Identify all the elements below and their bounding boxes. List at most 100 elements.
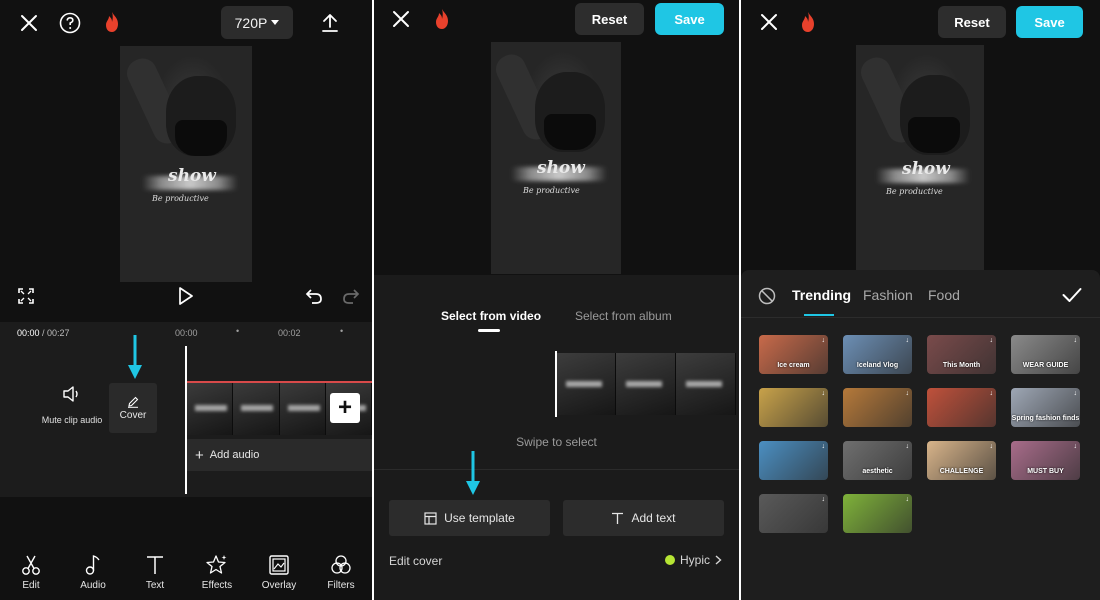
timeline-dot: • [236, 326, 240, 336]
template-thumbnail[interactable]: ↓ CHALLENGE [927, 441, 996, 480]
tool-overlay[interactable]: Overlay [250, 548, 308, 600]
tool-label: Effects [201, 580, 233, 591]
download-icon: ↓ [821, 390, 826, 397]
reset-button[interactable]: Reset [938, 6, 1006, 38]
flame-icon[interactable] [103, 11, 121, 33]
overlay-icon [269, 555, 289, 575]
template-thumbnail[interactable]: ↓ WEAR GUIDE [1011, 335, 1080, 374]
download-icon: ↓ [1073, 337, 1078, 344]
close-icon[interactable] [388, 6, 414, 32]
preview-subtitle-text: Be productive [886, 187, 943, 196]
preview-subtitle-text: Be productive [152, 194, 209, 203]
timeline-mark: 00:02 [278, 328, 301, 338]
cover-picker: Select from video Select from album Swip… [374, 275, 739, 600]
download-icon: ↓ [905, 390, 910, 397]
template-label: WEAR GUIDE [1022, 362, 1069, 369]
timeline-dot: • [340, 326, 344, 336]
tool-label: Overlay [261, 580, 297, 591]
playhead[interactable] [185, 346, 187, 494]
frame-strip[interactable] [556, 353, 739, 415]
template-thumbnail[interactable]: ↓ [843, 494, 912, 533]
export-upload-icon[interactable] [317, 10, 343, 36]
caret-down-icon [271, 19, 280, 25]
clip-thumbnail [187, 383, 234, 435]
template-thumbnail[interactable]: ↓ MUST BUY [1011, 441, 1080, 480]
frame-selector[interactable] [555, 351, 557, 417]
tab-food[interactable]: Food [928, 287, 960, 303]
checkmark-icon[interactable] [1061, 285, 1083, 305]
fullscreen-icon[interactable] [16, 286, 36, 306]
close-icon[interactable] [756, 9, 782, 35]
template-label: CHALLENGE [939, 468, 984, 475]
resolution-dropdown[interactable]: 720P [221, 6, 293, 39]
tool-label: Audio [80, 580, 106, 591]
template-label: Spring fashion finds [1011, 415, 1080, 422]
speaker-icon[interactable] [60, 384, 82, 404]
template-thumbnail[interactable]: ↓ [759, 494, 828, 533]
tool-filters[interactable]: Filters [312, 548, 370, 600]
resolution-label: 720P [234, 14, 268, 31]
redo-icon[interactable] [340, 285, 362, 307]
download-icon: ↓ [821, 443, 826, 450]
tool-text[interactable]: Text [126, 548, 184, 600]
template-thumbnail[interactable]: ↓ Spring fashion finds [1011, 388, 1080, 427]
template-thumbnail[interactable]: ↓ [759, 441, 828, 480]
hypic-logo-icon [664, 555, 675, 565]
tab-underline [478, 329, 500, 332]
cover-button[interactable]: Cover [109, 383, 157, 433]
music-note-icon [85, 555, 100, 575]
undo-icon[interactable] [303, 285, 325, 307]
swipe-hint: Swipe to select [516, 435, 597, 449]
no-template-icon[interactable] [757, 286, 777, 306]
template-thumbnail[interactable]: ↓ Iceland Vlog [843, 335, 912, 374]
download-icon: ↓ [1073, 390, 1078, 397]
tool-audio[interactable]: Audio [64, 548, 122, 600]
template-thumbnail[interactable]: ↓ aesthetic [843, 441, 912, 480]
close-icon[interactable] [16, 10, 42, 36]
save-button[interactable]: Save [1016, 6, 1083, 38]
flame-icon[interactable] [433, 8, 451, 30]
tool-edit[interactable]: Edit [2, 548, 60, 600]
plus-icon: + [195, 446, 204, 464]
play-icon[interactable] [175, 285, 197, 307]
save-button[interactable]: Save [655, 3, 724, 35]
download-icon: ↓ [989, 390, 994, 397]
arrow-down-indicator [466, 451, 480, 495]
hypic-link[interactable]: Hypic [664, 553, 722, 567]
tab-select-from-album[interactable]: Select from album [575, 309, 672, 323]
frame-thumbnail [676, 353, 736, 415]
template-thumbnail[interactable]: ↓ [843, 388, 912, 427]
scissors-icon [22, 555, 40, 575]
add-clip-button[interactable]: + [330, 393, 360, 423]
video-preview: show Be productive [120, 46, 252, 282]
help-icon[interactable] [57, 10, 83, 36]
add-audio-button[interactable]: + Add audio [187, 439, 372, 471]
editor-panel: 720P show Be productive 00:00 / 00:27 00… [0, 0, 372, 600]
download-icon: ↓ [905, 496, 910, 503]
flame-icon[interactable] [799, 11, 817, 33]
preview-title-text: show [168, 166, 216, 186]
template-thumbnail[interactable]: ↓ Ice cream [759, 335, 828, 374]
use-template-button[interactable]: Use template [389, 500, 550, 536]
template-picker: Trending Fashion Food ↓ Ice cream ↓ Iceland… [741, 270, 1100, 600]
mute-clip-audio-label[interactable]: Mute clip audio [36, 415, 108, 425]
template-thumbnail[interactable]: ↓ [927, 388, 996, 427]
template-thumbnail[interactable]: ↓ [759, 388, 828, 427]
reset-button[interactable]: Reset [575, 3, 644, 35]
add-text-label: Add text [631, 511, 676, 525]
clip-thumbnail [233, 383, 280, 435]
preview-title-text: show [902, 159, 950, 179]
template-thumbnail[interactable]: ↓ This Month [927, 335, 996, 374]
template-label: aesthetic [862, 468, 893, 475]
tab-select-from-video[interactable]: Select from video [441, 309, 541, 323]
tab-trending[interactable]: Trending [792, 287, 851, 303]
text-icon [612, 512, 624, 524]
preview-subtitle-text: Be productive [523, 186, 580, 195]
template-icon [424, 511, 437, 525]
tool-effects[interactable]: Effects [188, 548, 246, 600]
add-text-button[interactable]: Add text [563, 500, 724, 536]
pencil-icon [128, 396, 139, 408]
tab-fashion[interactable]: Fashion [863, 287, 913, 303]
timeline-mark: 00:00 [175, 328, 198, 338]
tool-label: Text [145, 580, 165, 591]
